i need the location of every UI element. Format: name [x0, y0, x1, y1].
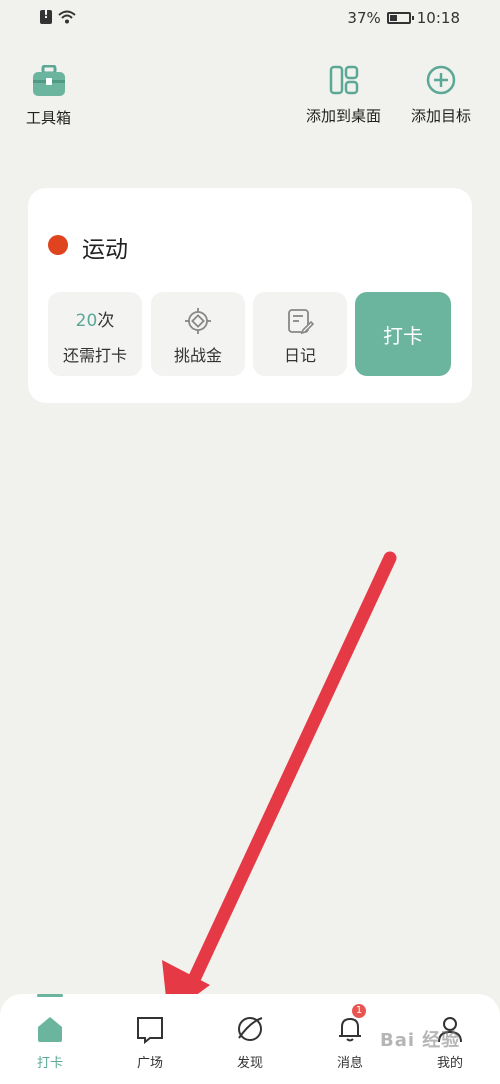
tab-messages[interactable]: 1 消息	[320, 1004, 380, 1071]
bookmark-icon	[137, 1017, 163, 1045]
tab-checkin-label: 打卡	[36, 1056, 63, 1071]
bell-icon	[339, 1017, 361, 1042]
bottom-tab-bar: 打卡 广场 发现 1 消息 我的 Bai 经验	[0, 994, 500, 1084]
tab-discover[interactable]: 发现	[220, 1014, 280, 1071]
tab-messages-label: 消息	[336, 1056, 363, 1071]
tab-mine-label: 我的	[436, 1056, 463, 1071]
baidu-watermark: Bai 经验	[380, 1030, 461, 1051]
tab-checkin[interactable]: 打卡	[20, 1014, 80, 1071]
tab-square[interactable]: 广场	[120, 1014, 180, 1071]
active-tab-indicator	[37, 994, 63, 997]
planet-icon	[238, 1017, 263, 1041]
message-badge: 1	[352, 1004, 366, 1018]
red-arrow-annotation	[162, 551, 397, 1016]
tab-discover-label: 发现	[236, 1056, 263, 1071]
home-icon	[38, 1017, 62, 1042]
tab-square-label: 广场	[136, 1056, 163, 1071]
